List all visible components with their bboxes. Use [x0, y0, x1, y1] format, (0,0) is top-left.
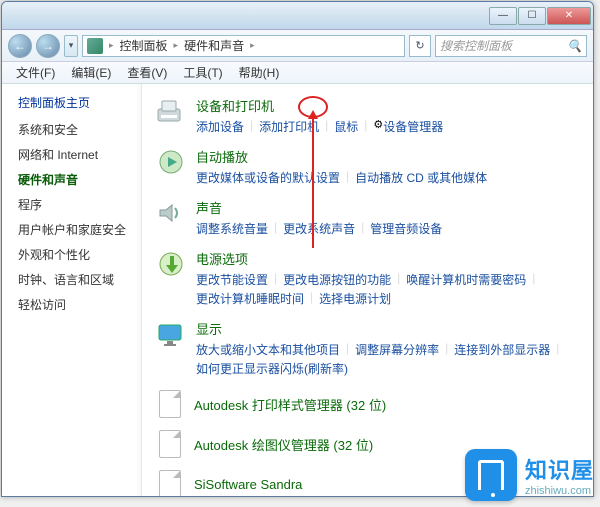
- category-display: 显示 放大或缩小文本和其他项目| 调整屏幕分辨率| 连接到外部显示器| 如何更正…: [156, 319, 579, 377]
- sidebar: 控制面板主页 系统和安全 网络和 Internet 硬件和声音 程序 用户帐户和…: [2, 84, 142, 496]
- sidebar-item-ease[interactable]: 轻松访问: [18, 296, 141, 313]
- sidebar-item-network[interactable]: 网络和 Internet: [18, 146, 141, 163]
- link-text-size[interactable]: 放大或缩小文本和其他项目: [196, 341, 340, 358]
- back-button[interactable]: ←: [8, 34, 32, 58]
- history-dropdown[interactable]: ▾: [64, 35, 78, 57]
- category-power-title[interactable]: 电源选项: [196, 249, 579, 268]
- watermark-cn: 知识屋: [525, 453, 594, 485]
- minimize-button[interactable]: —: [489, 7, 517, 25]
- link-change-defaults[interactable]: 更改媒体或设备的默认设置: [196, 169, 340, 186]
- display-icon: [156, 319, 186, 349]
- file-label: SiSoftware Sandra: [194, 477, 302, 492]
- breadcrumb-root[interactable]: 控制面板: [120, 37, 168, 54]
- close-button[interactable]: ✕: [547, 7, 591, 25]
- watermark: 知识屋 zhishiwu.com: [465, 449, 594, 501]
- link-autoplay-cd[interactable]: 自动播放 CD 或其他媒体: [355, 169, 487, 186]
- navigation-bar: ← → ▾ ▸ 控制面板 ▸ 硬件和声音 ▸ ↻ 搜索控制面板 🔍: [2, 30, 593, 62]
- autoplay-icon: [156, 147, 186, 177]
- file-item[interactable]: Autodesk 打印样式管理器 (32 位): [156, 389, 579, 419]
- body: 控制面板主页 系统和安全 网络和 Internet 硬件和声音 程序 用户帐户和…: [2, 84, 593, 496]
- link-wake-password[interactable]: 唤醒计算机时需要密码: [406, 271, 526, 288]
- chevron-right-icon: ▸: [248, 40, 257, 51]
- link-external-display[interactable]: 连接到外部显示器: [454, 341, 550, 358]
- link-device-manager[interactable]: 设备管理器: [383, 118, 443, 135]
- gear-icon: ⚙: [373, 118, 383, 135]
- search-input[interactable]: 搜索控制面板 🔍: [435, 35, 587, 57]
- file-icon: [156, 429, 184, 459]
- link-sleep-time[interactable]: 更改计算机睡眠时间: [196, 290, 304, 307]
- forward-button[interactable]: →: [36, 34, 60, 58]
- devices-icon: [156, 96, 186, 126]
- search-placeholder: 搜索控制面板: [440, 37, 512, 54]
- sidebar-item-clock[interactable]: 时钟、语言和区域: [18, 271, 141, 288]
- category-autoplay: 自动播放 更改媒体或设备的默认设置| 自动播放 CD 或其他媒体: [156, 147, 579, 186]
- chevron-right-icon: ▸: [172, 40, 181, 51]
- sidebar-item-appearance[interactable]: 外观和个性化: [18, 246, 141, 263]
- link-add-device[interactable]: 添加设备: [196, 118, 244, 135]
- maximize-button[interactable]: ☐: [518, 7, 546, 25]
- link-system-sounds[interactable]: 更改系统声音: [283, 220, 355, 237]
- content-pane: 设备和打印机 添加设备| 添加打印机| 鼠标| ⚙ 设备管理器 自动播放: [142, 84, 593, 496]
- watermark-en: zhishiwu.com: [525, 485, 594, 497]
- sidebar-item-programs[interactable]: 程序: [18, 196, 141, 213]
- menu-help[interactable]: 帮助(H): [231, 62, 288, 83]
- sidebar-item-accounts[interactable]: 用户帐户和家庭安全: [18, 221, 141, 238]
- watermark-logo-icon: [465, 449, 517, 501]
- link-volume[interactable]: 调整系统音量: [196, 220, 268, 237]
- link-audio-devices[interactable]: 管理音频设备: [370, 220, 442, 237]
- category-display-title[interactable]: 显示: [196, 319, 579, 338]
- link-power-plan[interactable]: 选择电源计划: [319, 290, 391, 307]
- file-icon: [156, 469, 184, 496]
- address-bar[interactable]: ▸ 控制面板 ▸ 硬件和声音 ▸: [82, 35, 405, 57]
- file-label: Autodesk 打印样式管理器 (32 位): [194, 395, 386, 414]
- menu-view[interactable]: 查看(V): [119, 62, 175, 83]
- menu-bar: 文件(F) 编辑(E) 查看(V) 工具(T) 帮助(H): [2, 62, 593, 84]
- chevron-right-icon: ▸: [107, 40, 116, 51]
- window-controls: — ☐ ✕: [489, 7, 591, 25]
- breadcrumb-current[interactable]: 硬件和声音: [184, 37, 244, 54]
- category-sound-title[interactable]: 声音: [196, 198, 579, 217]
- menu-file[interactable]: 文件(F): [8, 62, 63, 83]
- power-icon: [156, 249, 186, 279]
- category-sound: 声音 调整系统音量| 更改系统声音| 管理音频设备: [156, 198, 579, 237]
- menu-edit[interactable]: 编辑(E): [63, 62, 119, 83]
- link-save-power[interactable]: 更改节能设置: [196, 271, 268, 288]
- menu-tools[interactable]: 工具(T): [175, 62, 230, 83]
- search-icon: 🔍: [567, 39, 582, 53]
- control-panel-icon: [87, 38, 103, 54]
- category-devices: 设备和打印机 添加设备| 添加打印机| 鼠标| ⚙ 设备管理器: [156, 96, 579, 135]
- file-icon: [156, 389, 184, 419]
- link-refresh-rate[interactable]: 如何更正显示器闪烁(刷新率): [196, 360, 348, 377]
- link-add-printer[interactable]: 添加打印机: [259, 118, 319, 135]
- file-label: Autodesk 绘图仪管理器 (32 位): [194, 435, 373, 454]
- category-devices-title[interactable]: 设备和打印机: [196, 96, 579, 115]
- watermark-text: 知识屋 zhishiwu.com: [525, 453, 594, 497]
- category-autoplay-title[interactable]: 自动播放: [196, 147, 579, 166]
- sidebar-item-system[interactable]: 系统和安全: [18, 121, 141, 138]
- sound-icon: [156, 198, 186, 228]
- category-power: 电源选项 更改节能设置| 更改电源按钮的功能| 唤醒计算机时需要密码| 更改计算…: [156, 249, 579, 307]
- link-resolution[interactable]: 调整屏幕分辨率: [355, 341, 439, 358]
- control-panel-window: — ☐ ✕ ← → ▾ ▸ 控制面板 ▸ 硬件和声音 ▸ ↻ 搜索控制面板 🔍 …: [1, 1, 594, 497]
- sidebar-home-link[interactable]: 控制面板主页: [18, 94, 141, 111]
- link-mouse[interactable]: 鼠标: [334, 118, 358, 135]
- refresh-button[interactable]: ↻: [409, 35, 431, 57]
- link-power-button[interactable]: 更改电源按钮的功能: [283, 271, 391, 288]
- sidebar-item-hardware[interactable]: 硬件和声音: [18, 171, 141, 188]
- titlebar: — ☐ ✕: [2, 2, 593, 30]
